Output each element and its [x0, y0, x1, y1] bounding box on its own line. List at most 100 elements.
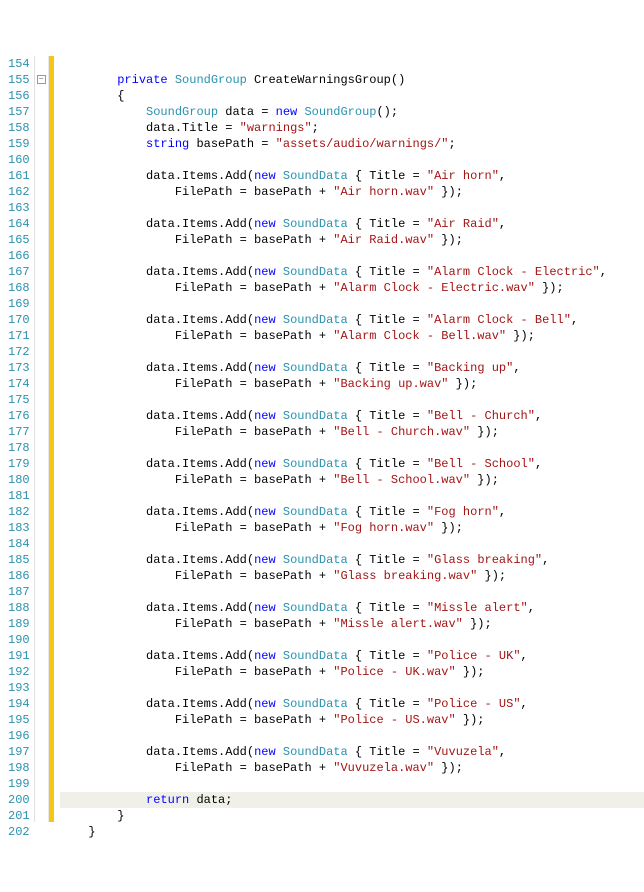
line-number: 157 [8, 104, 30, 120]
line-number: 193 [8, 680, 30, 696]
line-number: 175 [8, 392, 30, 408]
code-line[interactable] [60, 56, 644, 72]
line-number: 177 [8, 424, 30, 440]
code-line[interactable]: FilePath = basePath + "Alarm Clock - Bel… [60, 328, 644, 344]
line-number: 182 [8, 504, 30, 520]
code-line[interactable] [60, 680, 644, 696]
code-line[interactable]: private SoundGroup CreateWarningsGroup() [60, 72, 644, 88]
line-number: 185 [8, 552, 30, 568]
line-number: 166 [8, 248, 30, 264]
code-line[interactable]: data.Items.Add(new SoundData { Title = "… [60, 552, 644, 568]
code-line[interactable]: data.Items.Add(new SoundData { Title = "… [60, 600, 644, 616]
code-line[interactable]: return data; [60, 792, 644, 808]
line-number: 195 [8, 712, 30, 728]
code-line[interactable] [60, 536, 644, 552]
code-line[interactable] [60, 584, 644, 600]
code-line[interactable] [60, 248, 644, 264]
code-line[interactable]: data.Title = "warnings"; [60, 120, 644, 136]
code-line[interactable] [60, 200, 644, 216]
fold-column[interactable]: − [35, 56, 49, 822]
line-number: 170 [8, 312, 30, 328]
code-line[interactable]: string basePath = "assets/audio/warnings… [60, 136, 644, 152]
line-number: 181 [8, 488, 30, 504]
code-line[interactable]: data.Items.Add(new SoundData { Title = "… [60, 216, 644, 232]
line-number: 159 [8, 136, 30, 152]
line-number: 191 [8, 648, 30, 664]
code-line[interactable]: } [60, 808, 644, 824]
line-number: 192 [8, 664, 30, 680]
line-number-gutter: 154155156157158159160161162163164165166 1… [0, 56, 35, 822]
line-number: 202 [8, 824, 30, 840]
line-number: 184 [8, 536, 30, 552]
code-line[interactable] [60, 344, 644, 360]
code-line[interactable]: data.Items.Add(new SoundData { Title = "… [60, 168, 644, 184]
line-number: 163 [8, 200, 30, 216]
code-line[interactable]: FilePath = basePath + "Police - US.wav" … [60, 712, 644, 728]
code-line[interactable]: FilePath = basePath + "Missle alert.wav"… [60, 616, 644, 632]
code-line[interactable]: data.Items.Add(new SoundData { Title = "… [60, 504, 644, 520]
line-number: 165 [8, 232, 30, 248]
line-number: 174 [8, 376, 30, 392]
code-line[interactable] [60, 728, 644, 744]
code-line[interactable] [60, 152, 644, 168]
line-number: 164 [8, 216, 30, 232]
code-line[interactable]: FilePath = basePath + "Bell - Church.wav… [60, 424, 644, 440]
line-number: 183 [8, 520, 30, 536]
code-line[interactable]: FilePath = basePath + "Air horn.wav" }); [60, 184, 644, 200]
line-number: 154 [8, 56, 30, 72]
code-line[interactable]: FilePath = basePath + "Bell - School.wav… [60, 472, 644, 488]
code-line[interactable]: FilePath = basePath + "Backing up.wav" }… [60, 376, 644, 392]
line-number: 158 [8, 120, 30, 136]
code-line[interactable]: data.Items.Add(new SoundData { Title = "… [60, 696, 644, 712]
line-number: 190 [8, 632, 30, 648]
code-line[interactable]: data.Items.Add(new SoundData { Title = "… [60, 408, 644, 424]
code-line[interactable]: { [60, 88, 644, 104]
line-number: 179 [8, 456, 30, 472]
line-number: 160 [8, 152, 30, 168]
code-line[interactable]: SoundGroup data = new SoundGroup(); [60, 104, 644, 120]
line-number: 176 [8, 408, 30, 424]
line-number: 200 [8, 792, 30, 808]
line-number: 198 [8, 760, 30, 776]
line-number: 197 [8, 744, 30, 760]
code-line[interactable]: } [60, 824, 644, 840]
line-number: 172 [8, 344, 30, 360]
line-number: 187 [8, 584, 30, 600]
line-number: 169 [8, 296, 30, 312]
line-number: 178 [8, 440, 30, 456]
code-line[interactable] [60, 392, 644, 408]
code-line[interactable]: data.Items.Add(new SoundData { Title = "… [60, 744, 644, 760]
code-line[interactable]: FilePath = basePath + "Air Raid.wav" }); [60, 232, 644, 248]
line-number: 162 [8, 184, 30, 200]
code-line[interactable] [60, 296, 644, 312]
code-line[interactable]: FilePath = basePath + "Glass breaking.wa… [60, 568, 644, 584]
code-line[interactable]: data.Items.Add(new SoundData { Title = "… [60, 648, 644, 664]
line-number: 171 [8, 328, 30, 344]
code-line[interactable]: FilePath = basePath + "Police - UK.wav" … [60, 664, 644, 680]
line-number: 180 [8, 472, 30, 488]
code-line[interactable] [60, 632, 644, 648]
code-line[interactable]: data.Items.Add(new SoundData { Title = "… [60, 456, 644, 472]
code-line[interactable] [60, 488, 644, 504]
code-line[interactable]: data.Items.Add(new SoundData { Title = "… [60, 312, 644, 328]
line-number: 201 [8, 808, 30, 824]
fold-toggle-icon[interactable]: − [37, 75, 46, 84]
code-line[interactable]: data.Items.Add(new SoundData { Title = "… [60, 360, 644, 376]
line-number: 186 [8, 568, 30, 584]
code-line[interactable] [60, 776, 644, 792]
line-number: 188 [8, 600, 30, 616]
code-line[interactable]: FilePath = basePath + "Fog horn.wav" }); [60, 520, 644, 536]
line-number: 173 [8, 360, 30, 376]
code-line[interactable]: data.Items.Add(new SoundData { Title = "… [60, 264, 644, 280]
line-number: 189 [8, 616, 30, 632]
line-number: 155 [8, 72, 30, 88]
code-editor[interactable]: 154155156157158159160161162163164165166 1… [0, 56, 644, 822]
line-number: 168 [8, 280, 30, 296]
line-number: 161 [8, 168, 30, 184]
code-line[interactable]: FilePath = basePath + "Vuvuzela.wav" }); [60, 760, 644, 776]
code-line[interactable] [60, 440, 644, 456]
code-line[interactable]: FilePath = basePath + "Alarm Clock - Ele… [60, 280, 644, 296]
code-area[interactable]: private SoundGroup CreateWarningsGroup()… [54, 56, 644, 822]
line-number: 199 [8, 776, 30, 792]
line-number: 156 [8, 88, 30, 104]
